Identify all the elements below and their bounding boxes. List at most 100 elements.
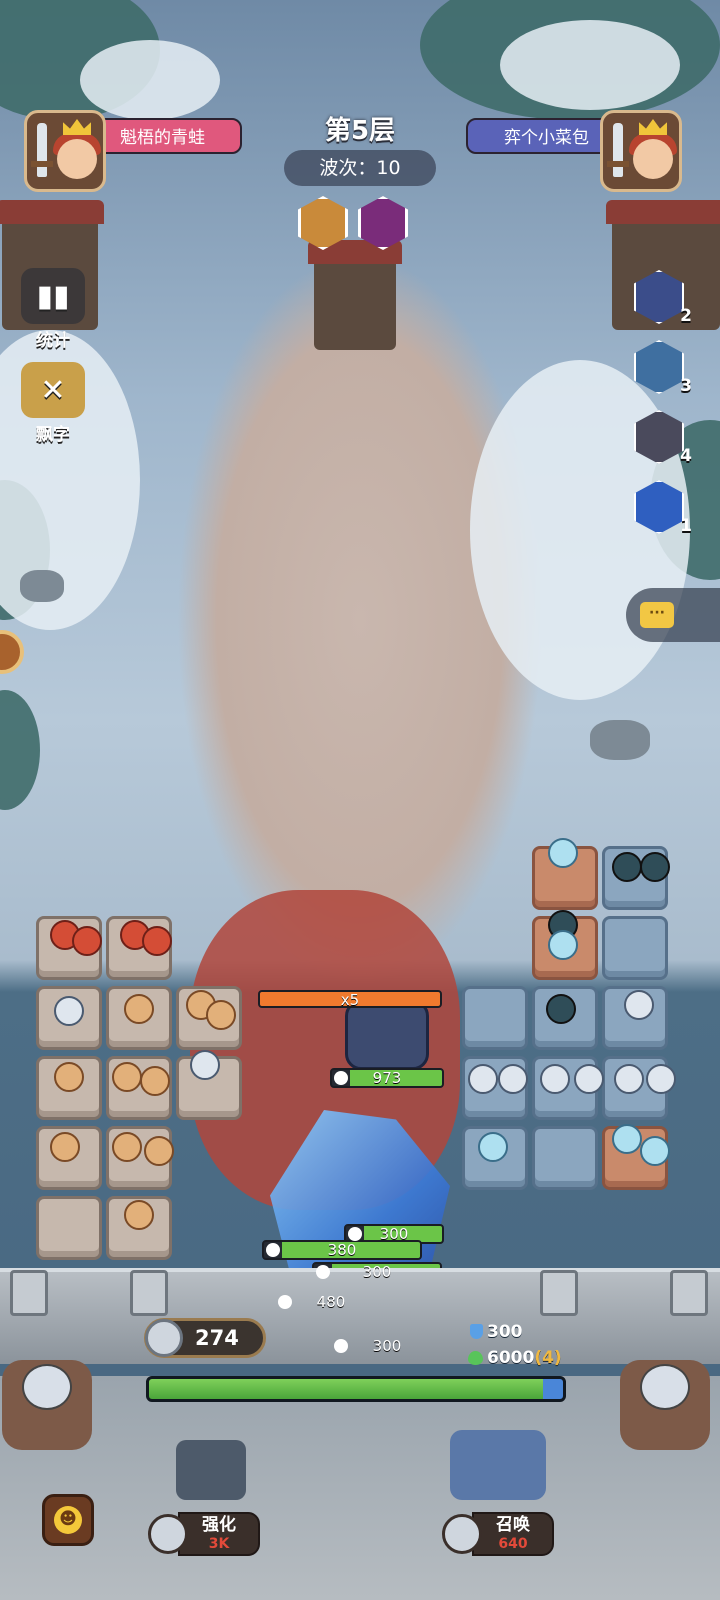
bear-unit[interactable] <box>124 994 154 1024</box>
chat-bubble-icon: ··· <box>640 602 674 628</box>
enemy-hp-value: 480 <box>316 1293 346 1311</box>
health-stat: 6000(4) <box>468 1348 562 1368</box>
smiley-icon: ☻ <box>54 1506 82 1534</box>
float-text-button[interactable]: ✕ 飘字 <box>20 362 86 445</box>
coin-counter: 274 <box>144 1318 266 1358</box>
enemy-hp-bar: 300 <box>312 1262 442 1282</box>
game-screen: 魁梧的青蛙 弈个小菜包 第5层 波次：10 ▮▮ 统计 ✕ 飘字 2 3 4 1 <box>0 0 720 1600</box>
skill-count: 4 <box>680 446 692 466</box>
snow-patch <box>80 40 220 120</box>
silver-coin-icon <box>148 1514 188 1554</box>
white-unit[interactable] <box>574 1064 604 1094</box>
snow-patch <box>500 20 680 110</box>
shield-icon <box>470 1324 483 1339</box>
emote-button[interactable]: ☻ <box>42 1494 94 1546</box>
enemy-hp-bar: 973 <box>330 1068 444 1088</box>
dark-unit[interactable] <box>612 852 642 882</box>
upgrade-label: 强化 <box>202 1515 236 1535</box>
wall-merlon <box>10 1270 48 1316</box>
enemy-hp-bar: 480 <box>274 1292 388 1312</box>
gear-icon[interactable] <box>0 630 24 674</box>
enemy-hp-bar: 300 <box>330 1336 444 1356</box>
wave-label: 波次： <box>319 157 377 179</box>
summon-cost: 640 <box>498 1536 528 1552</box>
red-unit[interactable] <box>142 926 172 956</box>
board-tile[interactable] <box>462 986 528 1050</box>
ice-unit[interactable] <box>612 1124 642 1154</box>
ice-unit[interactable] <box>478 1132 508 1162</box>
enemy-hp-bar: 300 <box>344 1224 444 1244</box>
bear-unit[interactable] <box>140 1066 170 1096</box>
bear-unit[interactable] <box>50 1132 80 1162</box>
red-unit[interactable] <box>72 926 102 956</box>
white-unit[interactable] <box>54 996 84 1026</box>
health-extra: (4) <box>534 1348 562 1368</box>
board-tile[interactable] <box>602 916 668 980</box>
board-tile[interactable] <box>36 1196 102 1260</box>
skill-count: 3 <box>680 376 692 396</box>
shield-value: 300 <box>487 1322 523 1342</box>
white-unit[interactable] <box>190 1050 220 1080</box>
wall-merlon <box>540 1270 578 1316</box>
skill-slot-3[interactable]: 4 <box>634 410 692 468</box>
dark-unit[interactable] <box>546 994 576 1024</box>
ice-unit[interactable] <box>548 838 578 868</box>
heart-icon <box>468 1351 483 1365</box>
wave-value: 10 <box>376 157 401 179</box>
bear-unit[interactable] <box>206 1000 236 1030</box>
skill-count: 2 <box>680 306 692 326</box>
health-value: 6000 <box>487 1348 535 1368</box>
skill-slot-4[interactable]: 1 <box>634 480 692 538</box>
white-unit[interactable] <box>614 1064 644 1094</box>
enemy-spawn-gate <box>308 240 402 350</box>
silver-coin-icon <box>145 1319 183 1357</box>
white-unit[interactable] <box>498 1064 528 1094</box>
board-tile[interactable] <box>532 1126 598 1190</box>
bear-unit[interactable] <box>54 1062 84 1092</box>
rock <box>20 570 64 602</box>
bear-unit[interactable] <box>144 1136 174 1166</box>
armored-knight-enemy <box>345 1000 429 1070</box>
white-unit[interactable] <box>624 990 654 1020</box>
shield-stat: 300 <box>470 1322 523 1342</box>
ice-unit[interactable] <box>640 1136 670 1166</box>
anvil-tower <box>176 1440 246 1500</box>
coin-value: 274 <box>195 1326 239 1350</box>
base-health-bar <box>146 1376 566 1402</box>
upgrade-cost: 3K <box>208 1536 230 1552</box>
upgrade-button[interactable]: 强化 3K <box>148 1512 262 1558</box>
bear-unit[interactable] <box>112 1062 142 1092</box>
rock <box>590 720 650 760</box>
white-unit[interactable] <box>646 1064 676 1094</box>
bear-unit[interactable] <box>124 1200 154 1230</box>
skill-slot-2[interactable]: 3 <box>634 340 692 398</box>
stats-label: 统计 <box>36 331 70 351</box>
enemy-hp-value: 973 <box>372 1069 402 1087</box>
boss-stack-bar: x5 <box>258 990 442 1008</box>
ice-unit[interactable] <box>548 930 578 960</box>
stats-button[interactable]: ▮▮ 统计 <box>20 268 86 351</box>
dark-unit[interactable] <box>640 852 670 882</box>
enemy-hp-value: 380 <box>327 1241 357 1259</box>
skill-slot-1[interactable]: 2 <box>634 270 692 328</box>
silver-coin-icon <box>442 1514 482 1554</box>
white-unit[interactable] <box>468 1064 498 1094</box>
ice-beast-icon <box>634 340 684 394</box>
pine-tree <box>0 690 40 810</box>
float-text-label: 飘字 <box>36 425 70 445</box>
summon-button[interactable]: 召唤 640 <box>442 1512 556 1558</box>
player-hero-left[interactable] <box>2 1360 92 1450</box>
skill-count: 1 <box>680 516 692 536</box>
warrior-icon <box>634 410 684 464</box>
enemy-hp-value: 300 <box>362 1263 392 1281</box>
white-unit[interactable] <box>540 1064 570 1094</box>
chat-button[interactable]: ··· <box>626 588 720 642</box>
boss-multiplier: x5 <box>340 991 360 1008</box>
wave-counter: 波次：10 <box>284 150 436 186</box>
enemy-hp-value: 300 <box>372 1337 402 1355</box>
floor-title: 第5层 <box>324 116 396 146</box>
bear-unit[interactable] <box>112 1132 142 1162</box>
player-hero-right[interactable] <box>620 1360 710 1450</box>
spiral-icon <box>634 480 684 534</box>
hero-portrait-icon <box>634 270 684 324</box>
